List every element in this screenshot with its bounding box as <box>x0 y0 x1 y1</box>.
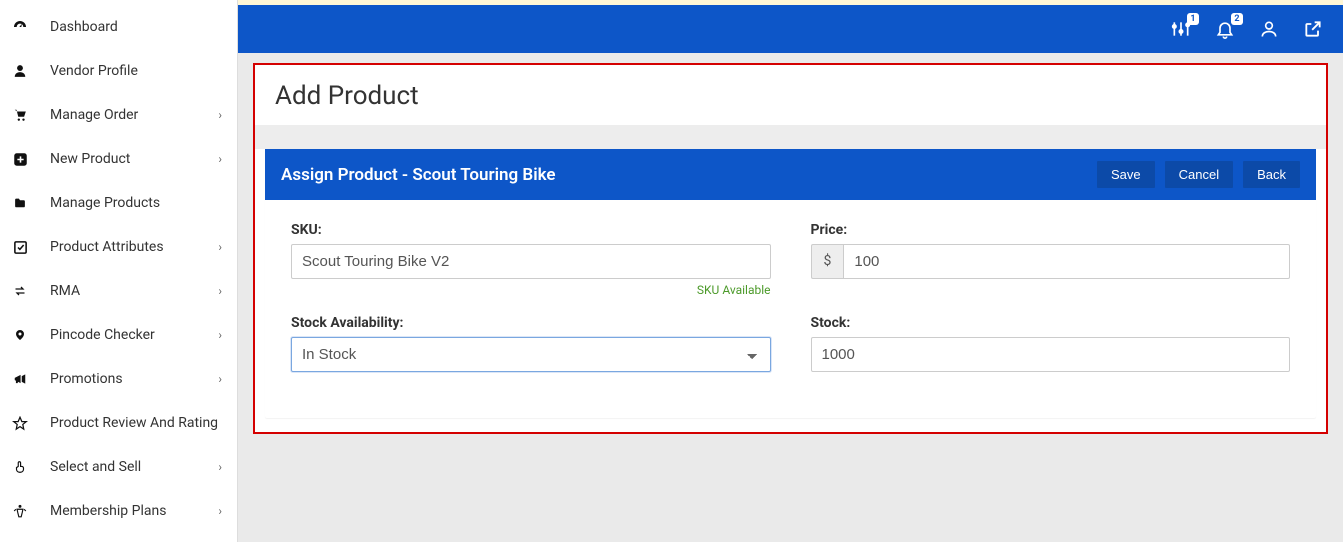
sku-input[interactable] <box>291 244 771 279</box>
dashboard-icon <box>10 19 30 35</box>
panel-actions: Save Cancel Back <box>1097 161 1300 188</box>
sidebar-item-label: Product Review And Rating <box>50 415 222 431</box>
content: Add Product Assign Product - Scout Touri… <box>253 63 1328 434</box>
save-button[interactable]: Save <box>1097 161 1155 188</box>
bell-icon[interactable]: 2 <box>1215 19 1235 39</box>
sidebar-item-label: Product Attributes <box>50 239 218 255</box>
cart-icon <box>10 108 30 122</box>
form-row-2: Stock Availability: In Stock Stock: <box>291 315 1290 372</box>
sidebar-item-manage-products[interactable]: Manage Products <box>0 181 237 225</box>
sidebar-item-label: Pincode Checker <box>50 327 218 343</box>
check-square-icon <box>10 240 30 255</box>
user-icon <box>10 63 30 79</box>
panel-body: SKU: SKU Available Price: $ <box>265 200 1316 418</box>
sidebar-item-label: Select and Sell <box>50 459 218 475</box>
external-link-icon[interactable] <box>1303 19 1323 39</box>
user-icon[interactable] <box>1259 19 1279 39</box>
chevron-right-icon: › <box>218 504 222 518</box>
chevron-right-icon: › <box>218 328 222 342</box>
sidebar[interactable]: DashboardVendor ProfileManage Order›New … <box>0 0 238 542</box>
page-title: Add Product <box>255 65 1326 125</box>
bullhorn-icon <box>10 372 30 386</box>
topbar: 1 2 <box>238 5 1343 53</box>
price-group: Price: $ <box>811 222 1291 297</box>
chevron-right-icon: › <box>218 152 222 166</box>
sku-group: SKU: SKU Available <box>291 222 771 297</box>
person-icon <box>10 503 30 519</box>
bell-badge: 2 <box>1231 13 1243 25</box>
main-area: 1 2 Add Product Assign Product - Scout <box>238 0 1343 542</box>
sku-hint: SKU Available <box>291 283 771 297</box>
hand-pointer-icon <box>10 459 30 475</box>
sidebar-item-dashboard[interactable]: Dashboard <box>0 5 237 49</box>
sidebar-item-membership-plans[interactable]: Membership Plans› <box>0 489 237 533</box>
stock-availability-select[interactable]: In Stock <box>291 337 771 372</box>
price-input[interactable] <box>843 244 1290 279</box>
sidebar-item-product-attributes[interactable]: Product Attributes› <box>0 225 237 269</box>
settings-sliders-icon[interactable]: 1 <box>1171 19 1191 39</box>
cancel-button[interactable]: Cancel <box>1165 161 1233 188</box>
sidebar-item-pincode-checker[interactable]: Pincode Checker› <box>0 313 237 357</box>
panel-header: Assign Product - Scout Touring Bike Save… <box>265 149 1316 200</box>
sidebar-item-manage-order[interactable]: Manage Order› <box>0 93 237 137</box>
form-row-1: SKU: SKU Available Price: $ <box>291 222 1290 297</box>
sku-label: SKU: <box>291 222 771 238</box>
panel-title: Assign Product - Scout Touring Bike <box>281 165 556 185</box>
back-button[interactable]: Back <box>1243 161 1300 188</box>
star-icon <box>10 416 30 431</box>
chevron-right-icon: › <box>218 240 222 254</box>
sidebar-item-product-review-and-rating[interactable]: Product Review And Rating <box>0 401 237 445</box>
stock-availability-label: Stock Availability: <box>291 315 771 331</box>
sidebar-item-label: Vendor Profile <box>50 63 222 79</box>
sidebar-item-vendor-profile[interactable]: Vendor Profile <box>0 49 237 93</box>
chevron-right-icon: › <box>218 284 222 298</box>
stock-group: Stock: <box>811 315 1291 372</box>
sidebar-item-label: Manage Order <box>50 107 218 123</box>
stock-label: Stock: <box>811 315 1291 331</box>
sidebar-item-label: New Product <box>50 151 218 167</box>
map-pin-icon <box>10 327 30 343</box>
chevron-right-icon: › <box>218 372 222 386</box>
stock-availability-group: Stock Availability: In Stock <box>291 315 771 372</box>
sidebar-item-label: Dashboard <box>50 19 222 35</box>
price-label: Price: <box>811 222 1291 238</box>
plus-square-icon <box>10 152 30 167</box>
page-card: Add Product Assign Product - Scout Touri… <box>253 63 1328 434</box>
sidebar-item-label: Membership Plans <box>50 503 218 519</box>
sidebar-item-new-product[interactable]: New Product› <box>0 137 237 181</box>
sidebar-item-label: RMA <box>50 283 218 299</box>
sidebar-item-label: Manage Products <box>50 195 222 211</box>
chevron-right-icon: › <box>218 460 222 474</box>
sidebar-item-promotions[interactable]: Promotions› <box>0 357 237 401</box>
folder-icon <box>10 197 30 210</box>
price-input-group: $ <box>811 244 1291 279</box>
sidebar-item-select-and-sell[interactable]: Select and Sell› <box>0 445 237 489</box>
chevron-right-icon: › <box>218 108 222 122</box>
exchange-icon <box>10 285 30 297</box>
sliders-badge: 1 <box>1187 13 1199 25</box>
assign-product-panel: Assign Product - Scout Touring Bike Save… <box>265 149 1316 418</box>
sidebar-item-label: Promotions <box>50 371 218 387</box>
currency-addon: $ <box>811 244 844 279</box>
inner-spacer <box>255 125 1326 149</box>
sidebar-item-rma[interactable]: RMA› <box>0 269 237 313</box>
stock-input[interactable] <box>811 337 1291 372</box>
